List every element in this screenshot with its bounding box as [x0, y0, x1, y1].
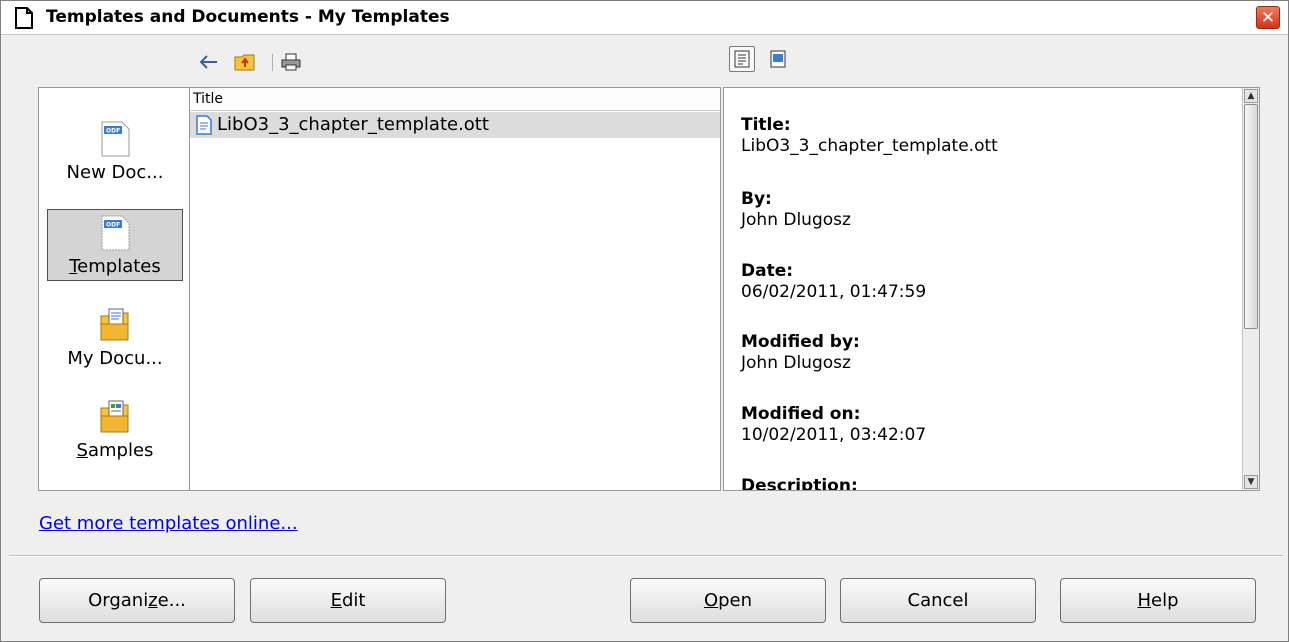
template-file-list[interactable]: Title LibO3_3_chapter_template.ott [190, 87, 721, 491]
document-properties-icon [734, 50, 750, 68]
templates-dialog: Templates and Documents - My Templates ✕ [0, 0, 1289, 642]
edit-button[interactable]: Edit [250, 578, 446, 623]
document-icon [15, 7, 33, 29]
property-date: Date: 06/02/2011, 01:47:59 [741, 261, 927, 302]
category-sidebar: ODF New Doc... ODF Templates My Docu... [38, 87, 190, 491]
sidebar-item-my-documents[interactable]: My Docu... [47, 302, 183, 374]
window-title: Templates and Documents - My Templates [46, 7, 450, 27]
scroll-up-icon[interactable]: ▲ [1244, 89, 1258, 103]
sidebar-item-samples[interactable]: Samples [47, 394, 183, 466]
sidebar-item-label: My Docu... [67, 348, 163, 369]
close-button[interactable]: ✕ [1256, 6, 1280, 29]
preview-button[interactable] [765, 46, 791, 72]
file-row[interactable]: LibO3_3_chapter_template.ott [190, 112, 720, 138]
properties-scrollbar[interactable]: ▲ ▼ [1242, 88, 1259, 490]
scroll-down-icon[interactable]: ▼ [1244, 475, 1258, 489]
organize-button[interactable]: Organize... [39, 578, 235, 623]
samples-folder-icon [100, 400, 129, 433]
svg-text:ODF: ODF [106, 222, 120, 229]
back-button[interactable] [196, 49, 222, 75]
dialog-separator [9, 555, 1283, 557]
get-more-templates-link[interactable]: Get more templates online... [39, 513, 298, 534]
sidebar-item-label: New Doc... [66, 162, 164, 183]
document-properties-button[interactable] [729, 46, 755, 72]
title-column-header[interactable]: Title [190, 88, 720, 111]
print-icon [281, 53, 301, 71]
open-button[interactable]: Open [630, 578, 826, 623]
back-icon [200, 55, 217, 69]
property-by: By: John Dlugosz [741, 189, 851, 230]
new-document-icon: ODF [101, 121, 130, 157]
toolbar-separator [272, 54, 273, 71]
svg-text:ODF: ODF [106, 128, 120, 135]
sidebar-item-templates[interactable]: ODF Templates [47, 209, 183, 281]
document-preview-icon [770, 50, 786, 68]
file-name: LibO3_3_chapter_template.ott [217, 114, 489, 135]
folder-up-button[interactable] [232, 49, 258, 75]
property-modified-by: Modified by: John Dlugosz [741, 332, 860, 373]
property-title: Title: LibO3_3_chapter_template.ott [741, 115, 998, 156]
templates-icon: ODF [101, 215, 130, 251]
folder-up-icon [234, 54, 255, 71]
sidebar-item-label: Samples [76, 440, 154, 461]
text-document-icon [196, 115, 212, 135]
document-properties-panel: Title: LibO3_3_chapter_template.ott By: … [723, 87, 1260, 491]
property-description: Description: [741, 476, 858, 491]
sidebar-item-label: Templates [69, 256, 161, 277]
sidebar-item-new-document[interactable]: ODF New Doc... [47, 116, 183, 188]
scrollbar-thumb[interactable] [1244, 104, 1258, 329]
print-button[interactable] [278, 49, 304, 75]
my-documents-folder-icon [100, 308, 129, 341]
cancel-button[interactable]: Cancel [840, 578, 1036, 623]
help-button[interactable]: Help [1060, 578, 1256, 623]
title-bar: Templates and Documents - My Templates ✕ [1, 1, 1288, 35]
property-modified-on: Modified on: 10/02/2011, 03:42:07 [741, 404, 927, 445]
